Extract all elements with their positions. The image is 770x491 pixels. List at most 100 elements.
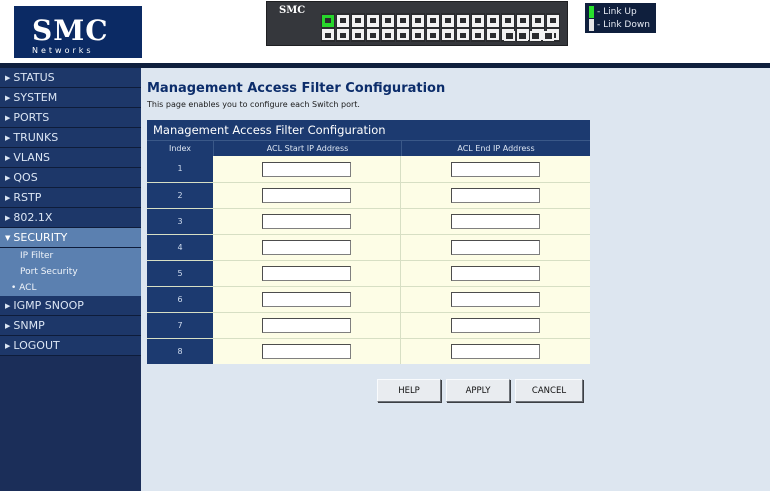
switch-port-icon	[441, 13, 455, 42]
sidebar-item-vlans[interactable]: ▶ VLANS	[0, 148, 141, 168]
sidebar-item-status[interactable]: ▶ STATUS	[0, 68, 141, 88]
acl-end-ip-input[interactable]	[451, 266, 540, 281]
table-row: 8	[147, 338, 590, 364]
switch-port-icon	[321, 13, 335, 42]
active-bullet-icon: •	[11, 283, 20, 293]
sidebar-item-label: SNMP	[13, 319, 45, 332]
switch-brand: SMC	[279, 5, 306, 16]
acl-end-ip-input[interactable]	[451, 161, 540, 177]
end-ip-cell	[401, 209, 590, 234]
switch-port-icon	[351, 13, 365, 42]
acl-start-ip-input[interactable]	[262, 214, 351, 229]
sidebar-item-logout[interactable]: ▶ LOGOUT	[0, 336, 141, 356]
switch-port-icon	[411, 13, 425, 42]
sidebar-nav: ▶ STATUS ▶ SYSTEM ▶ PORTS ▶ TRUNKS ▶ VLANS ▶ QOS ▶ RS…	[0, 68, 141, 491]
sidebar-item-snmp[interactable]: ▶ SNMP	[0, 316, 141, 336]
sidebar-item-rstp[interactable]: ▶ RSTP	[0, 188, 141, 208]
triangle-right-icon: ▶	[5, 322, 11, 330]
sidebar-subitem-label: ACL	[19, 283, 37, 293]
acl-start-ip-input[interactable]	[262, 240, 351, 255]
end-ip-cell	[401, 287, 590, 312]
acl-start-ip-input[interactable]	[262, 318, 351, 333]
table-header-row: Index ACL Start IP Address ACL End IP Ad…	[147, 140, 590, 156]
table-body: 12345678	[147, 156, 590, 364]
row-index: 1	[147, 156, 213, 182]
acl-start-ip-input[interactable]	[262, 344, 351, 359]
table-row: 5	[147, 260, 590, 286]
row-index: 8	[147, 339, 213, 364]
table-caption: Management Access Filter Configuration	[147, 120, 590, 140]
acl-start-ip-input[interactable]	[262, 161, 351, 177]
start-ip-cell	[213, 209, 401, 234]
cancel-button[interactable]: CANCEL	[515, 379, 583, 402]
triangle-right-icon: ▶	[5, 114, 11, 122]
row-index: 6	[147, 287, 213, 312]
legend-link-up: - Link Up	[589, 5, 650, 18]
start-ip-cell	[213, 339, 401, 364]
acl-end-ip-input[interactable]	[451, 318, 540, 333]
row-index: 4	[147, 235, 213, 260]
switch-port-icon	[336, 13, 350, 42]
help-button[interactable]: HELP	[377, 379, 441, 402]
sidebar-item-trunks[interactable]: ▶ TRUNKS	[0, 128, 141, 148]
start-ip-cell	[213, 287, 401, 312]
acl-end-ip-input[interactable]	[451, 240, 540, 255]
switch-port-icon	[366, 13, 380, 42]
link-down-swatch	[589, 18, 594, 31]
table-row: 6	[147, 286, 590, 312]
acl-end-ip-input[interactable]	[451, 188, 540, 203]
acl-end-ip-input[interactable]	[451, 344, 540, 359]
sidebar-subitem-acl[interactable]: • ACL	[0, 280, 141, 296]
acl-end-ip-input[interactable]	[451, 292, 540, 307]
sidebar-subitem-label: Port Security	[20, 267, 78, 277]
table-row: 2	[147, 182, 590, 208]
sidebar-item-qos[interactable]: ▶ QOS	[0, 168, 141, 188]
switch-port-icon	[396, 13, 410, 42]
end-ip-cell	[401, 235, 590, 260]
table-row: 7	[147, 312, 590, 338]
start-ip-cell	[213, 156, 401, 182]
link-legend: - Link Up - Link Down	[585, 3, 656, 33]
logo-text: SMC	[32, 14, 109, 47]
sidebar-item-802-1x[interactable]: ▶ 802.1X	[0, 208, 141, 228]
switch-port-icon	[486, 13, 500, 42]
switch-port-icon	[426, 13, 440, 42]
triangle-right-icon: ▶	[5, 74, 11, 82]
acl-start-ip-input[interactable]	[262, 266, 351, 281]
acl-start-ip-input[interactable]	[262, 188, 351, 203]
acl-start-ip-input[interactable]	[262, 292, 351, 307]
header: SMC Networks SMC - Link Up - Link Down	[0, 0, 770, 68]
triangle-down-icon: ▼	[5, 234, 11, 242]
sidebar-subitem-port-security[interactable]: Port Security	[0, 264, 141, 280]
start-ip-cell	[213, 261, 401, 286]
row-index: 5	[147, 261, 213, 286]
end-ip-cell	[401, 156, 590, 182]
sfp-port-icon	[543, 31, 554, 41]
end-ip-cell	[401, 183, 590, 208]
sfp-port-icon	[517, 31, 528, 41]
sidebar-item-system[interactable]: ▶ SYSTEM	[0, 88, 141, 108]
start-ip-cell	[213, 313, 401, 338]
smc-logo: SMC Networks	[14, 6, 142, 58]
triangle-right-icon: ▶	[5, 134, 11, 142]
row-index: 7	[147, 313, 213, 338]
sidebar-item-security[interactable]: ▼ SECURITY	[0, 228, 141, 248]
sidebar-item-label: STATUS	[13, 71, 55, 84]
sidebar-item-label: TRUNKS	[13, 131, 59, 144]
end-ip-cell	[401, 261, 590, 286]
acl-table: Management Access Filter Configuration I…	[147, 120, 590, 364]
acl-end-ip-input[interactable]	[451, 214, 540, 229]
triangle-right-icon: ▶	[5, 342, 11, 350]
page-title: Management Access Filter Configuration	[147, 81, 446, 96]
triangle-right-icon: ▶	[5, 154, 11, 162]
link-up-swatch	[589, 5, 594, 18]
sidebar-item-igmp-snoop[interactable]: ▶ IGMP SNOOP	[0, 296, 141, 316]
sfp-port-icon	[504, 31, 515, 41]
logo-subtext: Networks	[32, 46, 94, 55]
sidebar-subitem-ip-filter[interactable]: IP Filter	[0, 248, 141, 264]
sidebar-item-label: VLANS	[13, 151, 51, 164]
sidebar-item-ports[interactable]: ▶ PORTS	[0, 108, 141, 128]
sfp-port-icon	[530, 31, 541, 41]
port-group-1	[321, 13, 410, 42]
apply-button[interactable]: APPLY	[446, 379, 510, 402]
